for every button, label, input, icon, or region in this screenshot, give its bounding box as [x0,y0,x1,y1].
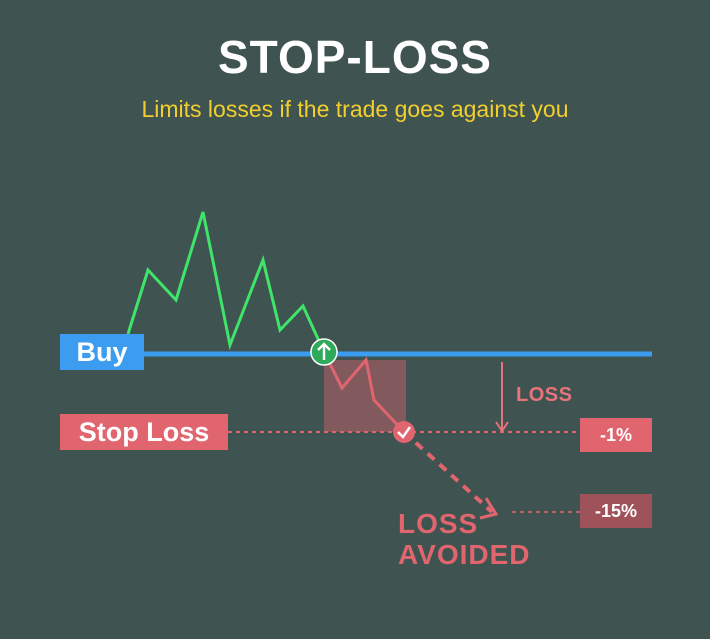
loss-avoided-line1: LOSS [398,508,479,539]
stop-loss-label: Stop Loss [60,414,228,450]
arrow-up-icon [310,338,338,366]
loss-label: LOSS [516,384,573,406]
loss-avoided-line2: AVOIDED [398,539,531,570]
avoided-percentage-badge: -15% [580,494,652,528]
price-path-up [126,211,326,353]
stop-loss-diagram [126,211,652,520]
stop-percentage-badge: -1% [580,418,652,452]
avoided-projection-line [402,430,494,514]
buy-label: Buy [60,334,144,370]
loss-avoided-label: LOSS AVOIDED [398,508,578,570]
checkmark-icon [393,421,415,443]
